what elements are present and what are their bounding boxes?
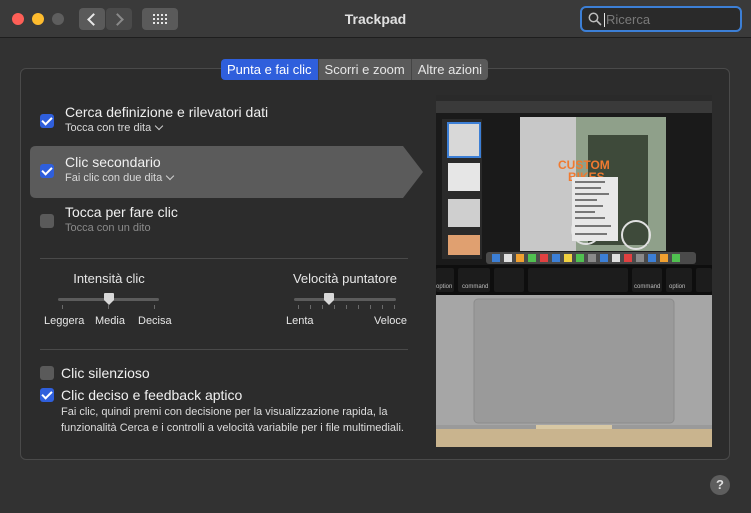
key-command-right: command bbox=[634, 284, 660, 290]
tap-to-click-title: Tocca per fare clic bbox=[65, 204, 178, 220]
silent-click-label: Clic silenzioso bbox=[61, 365, 150, 381]
tab-point-and-click[interactable]: Punta e fai clic bbox=[221, 59, 319, 80]
secondary-click-checkbox[interactable] bbox=[40, 164, 54, 178]
intensity-tick-medium: Media bbox=[95, 315, 125, 327]
macbook-illustration: CUSTOM BIKES bbox=[436, 95, 712, 447]
tap-to-click-subtitle: Tocca con un dito bbox=[65, 222, 151, 234]
search-icon bbox=[588, 12, 602, 26]
lookup-gesture-value: Tocca con tre dita bbox=[65, 122, 152, 134]
tab-bar: Punta e fai clic Scorri e zoom Altre azi… bbox=[221, 59, 489, 80]
silent-click-checkbox[interactable] bbox=[40, 366, 54, 380]
title-bar: Trackpad Ricerca bbox=[0, 0, 751, 38]
speed-max-label: Veloce bbox=[374, 315, 408, 327]
tick-mark bbox=[62, 305, 63, 309]
search-field[interactable]: Ricerca bbox=[580, 6, 742, 32]
tick-mark bbox=[382, 305, 383, 309]
lookup-title: Cerca definizione e rilevatori dati bbox=[65, 104, 269, 120]
tick-mark bbox=[370, 305, 371, 309]
help-button[interactable]: ? bbox=[710, 475, 730, 495]
divider bbox=[40, 349, 408, 350]
tap-to-click-checkbox[interactable] bbox=[40, 214, 54, 228]
tick-mark bbox=[346, 305, 347, 309]
key-option-left: option bbox=[436, 284, 452, 290]
lookup-gesture-dropdown[interactable]: Tocca con tre dita bbox=[65, 121, 164, 134]
intensity-tick-firm: Decisa bbox=[138, 315, 172, 327]
chevron-down-icon bbox=[165, 171, 175, 181]
click-intensity-slider[interactable] bbox=[104, 293, 114, 305]
key-command-left: command bbox=[462, 284, 488, 290]
pointer-speed-slider[interactable] bbox=[323, 293, 334, 305]
secondary-click-dropdown[interactable]: Fai clic con due dita bbox=[65, 171, 175, 184]
force-click-description: Fai clic, quindi premi con decisione per… bbox=[61, 406, 404, 434]
tick-mark bbox=[108, 305, 109, 309]
pointer-speed-track bbox=[294, 298, 396, 301]
tick-mark bbox=[298, 305, 299, 309]
force-click-checkbox[interactable] bbox=[40, 388, 54, 402]
divider bbox=[40, 258, 408, 259]
secondary-click-value: Fai clic con due dita bbox=[65, 172, 163, 184]
tab-scroll-and-zoom[interactable]: Scorri e zoom bbox=[318, 59, 412, 80]
key-option-right: option bbox=[669, 284, 685, 290]
tick-mark bbox=[334, 305, 335, 309]
tick-mark bbox=[358, 305, 359, 309]
intensity-tick-light: Leggera bbox=[44, 315, 85, 327]
gesture-preview-video: CUSTOM BIKES bbox=[436, 95, 712, 447]
secondary-click-title: Clic secondario bbox=[65, 154, 161, 170]
speed-min-label: Lenta bbox=[286, 315, 314, 327]
search-placeholder: Ricerca bbox=[606, 12, 651, 27]
click-intensity-label: Intensità clic bbox=[73, 271, 145, 286]
tick-mark bbox=[322, 305, 323, 309]
pointer-speed-label: Velocità puntatore bbox=[292, 271, 398, 286]
search-cursor bbox=[604, 13, 605, 27]
tick-mark bbox=[154, 305, 155, 309]
tick-mark bbox=[310, 305, 311, 309]
tab-more-gestures[interactable]: Altre azioni bbox=[411, 59, 489, 80]
force-click-label: Clic deciso e feedback aptico bbox=[61, 387, 243, 403]
lookup-checkbox[interactable] bbox=[40, 114, 54, 128]
tick-mark bbox=[394, 305, 395, 309]
chevron-down-icon bbox=[154, 121, 164, 131]
